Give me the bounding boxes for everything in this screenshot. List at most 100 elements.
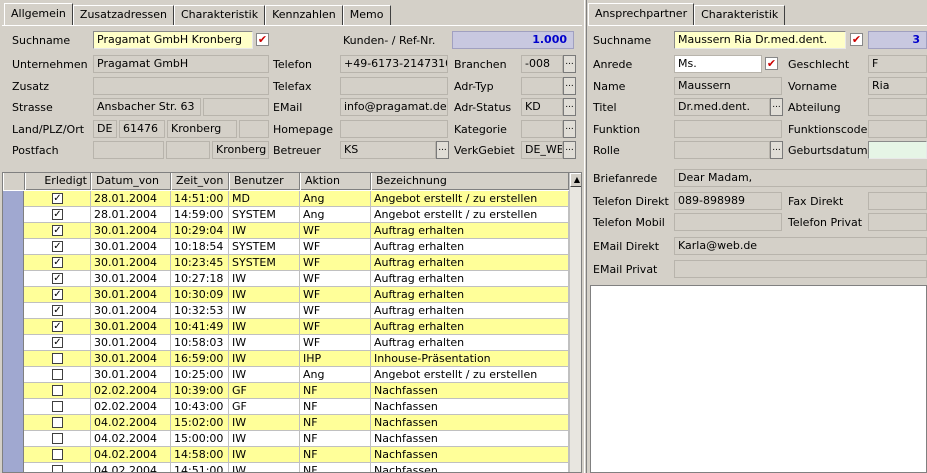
col-zeit-von[interactable]: Zeit_von	[171, 173, 229, 190]
rolle-lookup-button[interactable]: ...	[770, 141, 783, 159]
abteilung-field[interactable]	[868, 98, 927, 116]
row-selector[interactable]	[3, 239, 24, 255]
row-selector[interactable]	[3, 351, 24, 367]
row-selector[interactable]	[3, 335, 24, 351]
row-selector[interactable]	[3, 367, 24, 383]
table-row[interactable]: ✓ 30.01.2004 10:30:09 IW WF Auftrag erhalten	[3, 287, 569, 303]
tab-kennzahlen[interactable]: Kennzahlen	[265, 5, 343, 25]
checked-checkbox[interactable]: ✓	[52, 337, 63, 348]
fax-direkt-field[interactable]	[868, 192, 927, 210]
table-row[interactable]: ✓ 28.01.2004 14:59:00 SYSTEM Ang Angebot erst…	[3, 207, 569, 223]
verkgebiet-lookup-button[interactable]: ...	[563, 141, 576, 159]
email-direkt-field[interactable]: Karla@web.de	[674, 237, 927, 255]
vorname-field[interactable]: Ria	[868, 77, 927, 95]
kategorie-lookup-button[interactable]: ...	[563, 120, 576, 138]
plz-field[interactable]: 61476	[119, 120, 165, 138]
ref-field[interactable]: 1.000	[452, 31, 574, 49]
col-erledigt[interactable]: Erledigt	[25, 173, 91, 190]
tel-privat-field[interactable]	[868, 213, 927, 231]
homepage-field[interactable]	[340, 120, 448, 138]
unchecked-checkbox[interactable]	[52, 449, 63, 460]
checked-checkbox[interactable]: ✓	[52, 257, 63, 268]
row-selector[interactable]	[3, 207, 24, 223]
telefon-field[interactable]: +49-6173-21473100	[340, 55, 448, 73]
checked-checkbox[interactable]: ✓	[52, 209, 63, 220]
tab-allgemein[interactable]: Allgemein	[4, 3, 73, 25]
row-selector[interactable]	[3, 431, 24, 447]
funktionscode-field[interactable]	[868, 120, 927, 138]
unchecked-checkbox[interactable]	[52, 369, 63, 380]
geburtsdatum-field[interactable]	[868, 141, 927, 159]
tab-ansprechpartner[interactable]: Ansprechpartner	[588, 3, 695, 25]
checked-checkbox[interactable]: ✓	[52, 273, 63, 284]
briefanrede-field[interactable]: Dear Madam,	[674, 169, 927, 187]
unchecked-checkbox[interactable]	[52, 433, 63, 444]
checked-checkbox[interactable]: ✓	[52, 241, 63, 252]
telefax-field[interactable]	[340, 77, 448, 95]
strasse-extra-field[interactable]	[203, 98, 269, 116]
email-privat-field[interactable]	[674, 260, 927, 278]
row-selector[interactable]	[3, 383, 24, 399]
scroll-up-icon[interactable]: ▲	[570, 173, 581, 187]
table-row[interactable]: ✓ 30.01.2004 10:32:53 IW WF Auftrag erhalten	[3, 303, 569, 319]
contact-memo-area[interactable]	[590, 285, 927, 473]
row-selector[interactable]	[3, 287, 24, 303]
adrtyp-lookup-button[interactable]: ...	[563, 77, 576, 95]
table-row[interactable]: ✓ 30.01.2004 10:27:18 IW WF Auftrag erhalten	[3, 271, 569, 287]
row-selector[interactable]	[3, 415, 24, 431]
postfach-ort-field[interactable]: Kronberg	[212, 141, 269, 159]
row-selector[interactable]	[3, 447, 24, 463]
verkgebiet-field[interactable]: DE_WEST	[521, 141, 563, 159]
contact-check-icon[interactable]: ✔	[850, 33, 863, 46]
table-row[interactable]: ✓ 30.01.2004 10:41:49 IW WF Auftrag erhalten	[3, 319, 569, 335]
anrede-check-icon[interactable]: ✔	[765, 57, 778, 70]
tel-direkt-field[interactable]: 089-898989	[674, 192, 782, 210]
grid-scrollbar[interactable]: ▲	[569, 173, 581, 472]
table-row[interactable]: 02.02.2004 10:39:00 GF NF Nachfassen	[3, 383, 569, 399]
col-aktion[interactable]: Aktion	[300, 173, 371, 190]
ort-extra-field[interactable]	[239, 120, 269, 138]
tab-memo[interactable]: Memo	[342, 5, 391, 25]
unchecked-checkbox[interactable]	[52, 465, 63, 472]
titel-field[interactable]: Dr.med.dent.	[674, 98, 770, 116]
adrstatus-lookup-button[interactable]: ...	[563, 98, 576, 116]
table-row[interactable]: 04.02.2004 14:58:00 IW NF Nachfassen	[3, 447, 569, 463]
betreuer-lookup-button[interactable]: ...	[436, 141, 449, 159]
ort-field[interactable]: Kronberg	[167, 120, 237, 138]
row-selector[interactable]	[3, 191, 24, 207]
funktion-field[interactable]	[674, 120, 782, 138]
col-benutzer[interactable]: Benutzer	[229, 173, 300, 190]
panel-splitter[interactable]	[584, 0, 587, 473]
titel-lookup-button[interactable]: ...	[770, 98, 783, 116]
table-row[interactable]: ✓ 28.01.2004 14:51:00 MD Ang Angebot erstellt…	[3, 191, 569, 207]
row-selector[interactable]	[3, 319, 24, 335]
adrtyp-field[interactable]	[521, 77, 563, 95]
table-row[interactable]: ✓ 30.01.2004 10:58:03 IW WF Auftrag erhalten	[3, 335, 569, 351]
contact-suchname-field[interactable]: Maussern Ria Dr.med.dent.	[674, 31, 846, 49]
table-row[interactable]: 04.02.2004 15:00:00 IW NF Nachfassen	[3, 431, 569, 447]
branchen-field[interactable]: -008	[521, 55, 563, 73]
suchname-field[interactable]: Pragamat GmbH Kronberg	[93, 31, 253, 49]
table-row[interactable]: 02.02.2004 10:43:00 GF NF Nachfassen	[3, 399, 569, 415]
postfach-plz-field[interactable]	[166, 141, 210, 159]
postfach-field[interactable]	[93, 141, 164, 159]
checked-checkbox[interactable]: ✓	[52, 289, 63, 300]
row-selector[interactable]	[3, 463, 24, 472]
strasse-field[interactable]: Ansbacher Str. 63	[93, 98, 201, 116]
checked-checkbox[interactable]: ✓	[52, 193, 63, 204]
row-selector[interactable]	[3, 399, 24, 415]
unchecked-checkbox[interactable]	[52, 385, 63, 396]
row-selector[interactable]	[3, 255, 24, 271]
table-row[interactable]: ✓ 30.01.2004 10:29:04 IW WF Auftrag erhalten	[3, 223, 569, 239]
col-bezeichnung[interactable]: Bezeichnung	[371, 173, 569, 190]
table-row[interactable]: ✓ 30.01.2004 10:23:45 SYSTEM WF Auftrag erhal…	[3, 255, 569, 271]
col-datum-von[interactable]: Datum_von	[91, 173, 171, 190]
land-field[interactable]: DE	[93, 120, 117, 138]
tab-contact-charakteristik[interactable]: Charakteristik	[694, 5, 786, 25]
tab-charakteristik[interactable]: Charakteristik	[173, 5, 266, 25]
table-row[interactable]: 04.02.2004 14:51:00 IW NF Nachfassen	[3, 463, 569, 472]
kategorie-field[interactable]	[521, 120, 563, 138]
name-field[interactable]: Maussern	[674, 77, 782, 95]
geschlecht-field[interactable]: F	[868, 55, 927, 73]
email-field[interactable]: info@pragamat.de	[340, 98, 448, 116]
